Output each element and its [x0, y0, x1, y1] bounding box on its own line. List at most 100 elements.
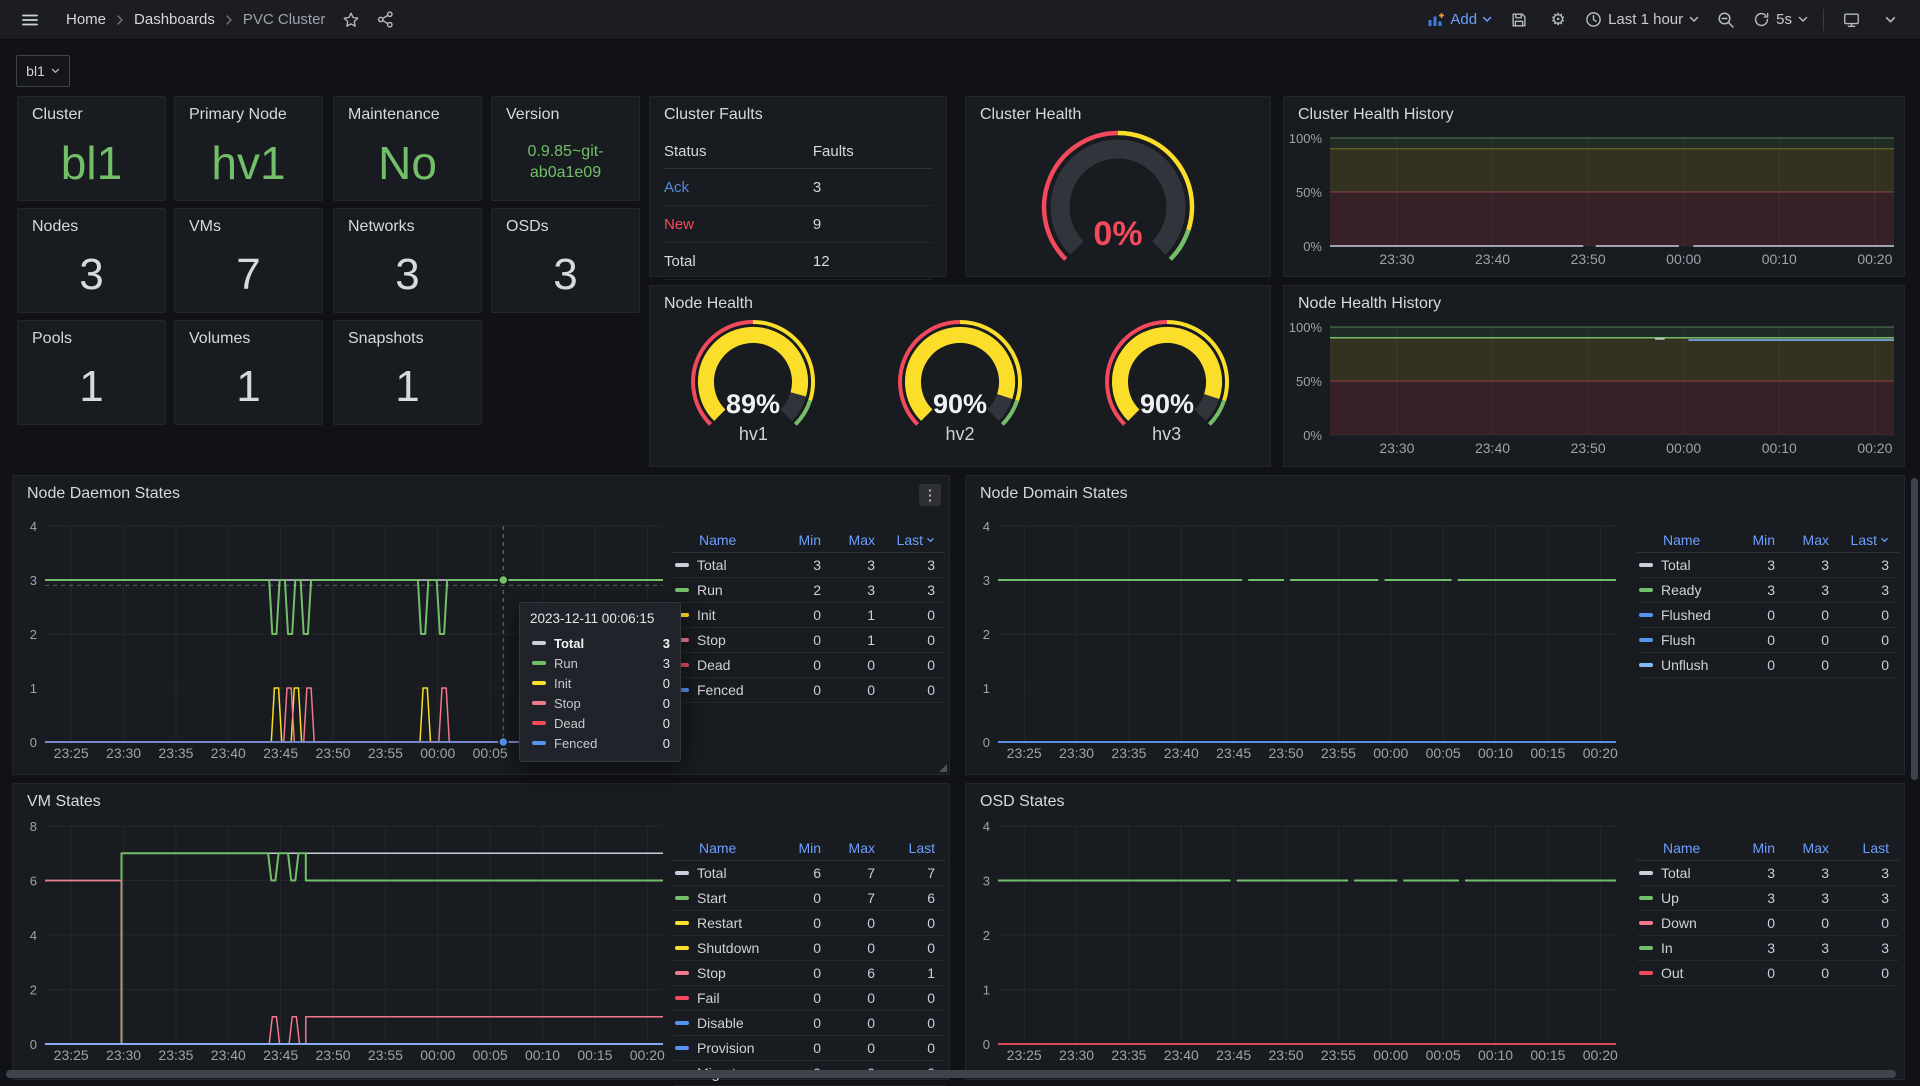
svg-text:4: 4	[30, 519, 37, 534]
panel-title[interactable]: Primary Node	[189, 106, 287, 124]
panel-title[interactable]: Node Daemon States	[27, 485, 180, 503]
legend-row-total[interactable]: Total333	[1637, 553, 1899, 578]
legend-row-shutdown[interactable]: Shutdown000	[673, 936, 945, 961]
legend-row-stop[interactable]: Stop061	[673, 961, 945, 986]
save-dashboard-icon[interactable]	[1507, 8, 1531, 32]
column-header[interactable]: Status	[664, 143, 813, 160]
breadcrumb-dashboards[interactable]: Dashboards	[134, 11, 215, 28]
svg-text:00:15: 00:15	[1530, 1047, 1565, 1063]
legend-row-unflush[interactable]: Unflush000	[1637, 653, 1899, 678]
series-color-swatch	[532, 741, 546, 745]
legend-row-ready[interactable]: Ready333	[1637, 578, 1899, 603]
panel-title[interactable]: Cluster Health	[980, 106, 1081, 124]
refresh-button[interactable]: 5s	[1753, 11, 1808, 28]
panel-title[interactable]: OSD States	[980, 793, 1064, 811]
legend-series-name: In	[1637, 940, 1731, 956]
time-range-picker[interactable]: Last 1 hour	[1585, 11, 1699, 28]
panel-title[interactable]: Cluster	[32, 106, 83, 124]
display-icon[interactable]	[1839, 8, 1863, 32]
vertical-scrollbar[interactable]	[1911, 478, 1918, 780]
panel-title[interactable]: OSDs	[506, 218, 549, 236]
legend-header-last[interactable]: Last	[885, 840, 945, 856]
legend-header-min[interactable]: Min	[1731, 532, 1785, 548]
panel-title[interactable]: Pools	[32, 330, 72, 348]
panel-title[interactable]: Volumes	[189, 330, 250, 348]
panel-title[interactable]: Cluster Health History	[1298, 106, 1454, 124]
add-panel-button[interactable]: Add	[1427, 11, 1492, 28]
legend-header-last[interactable]: Last	[1839, 840, 1899, 856]
legend-row-up[interactable]: Up333	[1637, 886, 1899, 911]
caret-down-icon[interactable]	[1878, 8, 1902, 32]
series-color-swatch	[532, 701, 546, 705]
legend-row-flush[interactable]: Flush000	[1637, 628, 1899, 653]
legend-header-name[interactable]: Name	[673, 840, 777, 856]
legend-row-provision[interactable]: Provision000	[673, 1036, 945, 1061]
star-icon[interactable]	[339, 8, 363, 32]
share-icon[interactable]	[373, 8, 397, 32]
legend-table: NameMinMaxLast Total333Ready333Flushed000…	[1637, 528, 1899, 678]
svg-text:00:00: 00:00	[420, 745, 455, 761]
menu-icon[interactable]	[18, 8, 42, 32]
panel-title[interactable]: Node Domain States	[980, 485, 1128, 503]
legend-row-flushed[interactable]: Flushed000	[1637, 603, 1899, 628]
legend-row-run[interactable]: Run233	[673, 578, 945, 603]
svg-text:00:00: 00:00	[1373, 1047, 1408, 1063]
variable-dropdown[interactable]: bl1	[16, 55, 70, 87]
dashboard-settings-icon[interactable]: ⚙	[1546, 8, 1570, 32]
legend-header-min[interactable]: Min	[1731, 840, 1785, 856]
svg-text:23:30: 23:30	[106, 745, 141, 761]
panel-title[interactable]: Networks	[348, 218, 415, 236]
legend-header-name[interactable]: Name	[1637, 532, 1731, 548]
panel-title[interactable]: Snapshots	[348, 330, 424, 348]
legend-row-dead[interactable]: Dead000	[673, 653, 945, 678]
panel-title[interactable]: Cluster Faults	[664, 106, 763, 124]
panel-title[interactable]: Maintenance	[348, 106, 440, 124]
legend-row-stop[interactable]: Stop010	[673, 628, 945, 653]
legend-header-max[interactable]: Max	[1785, 532, 1839, 548]
svg-text:0%: 0%	[1093, 215, 1142, 253]
breadcrumb-home[interactable]: Home	[66, 11, 106, 28]
svg-text:23:55: 23:55	[1321, 745, 1356, 761]
legend-header-min[interactable]: Min	[777, 840, 831, 856]
panel-title[interactable]: Nodes	[32, 218, 78, 236]
column-header[interactable]: Faults	[813, 143, 932, 160]
legend-row-total[interactable]: Total677	[673, 861, 945, 886]
series-color-swatch	[675, 971, 689, 975]
legend-row-fail[interactable]: Fail000	[673, 986, 945, 1011]
horizontal-scrollbar[interactable]	[6, 1070, 1896, 1078]
panel-title[interactable]: VM States	[27, 793, 101, 811]
faults-row: Total12	[664, 243, 932, 280]
legend-header-name[interactable]: Name	[673, 532, 777, 548]
svg-text:23:50: 23:50	[316, 1047, 351, 1063]
legend-row-total[interactable]: Total333	[673, 553, 945, 578]
legend-row-in[interactable]: In333	[1637, 936, 1899, 961]
legend-header-name[interactable]: Name	[1637, 840, 1731, 856]
legend-value: 3	[885, 582, 945, 598]
panel-title[interactable]: Node Health	[664, 295, 753, 313]
legend-row-down[interactable]: Down000	[1637, 911, 1899, 936]
legend-row-out[interactable]: Out000	[1637, 961, 1899, 986]
legend-header-max[interactable]: Max	[1785, 840, 1839, 856]
divider	[1823, 9, 1824, 31]
legend-header-max[interactable]: Max	[831, 532, 885, 548]
legend-row-restart[interactable]: Restart000	[673, 911, 945, 936]
legend-header-last[interactable]: Last	[1839, 532, 1899, 548]
legend-row-start[interactable]: Start076	[673, 886, 945, 911]
legend-header-max[interactable]: Max	[831, 840, 885, 856]
legend-header-min[interactable]: Min	[777, 532, 831, 548]
panel-title[interactable]: VMs	[189, 218, 221, 236]
panel-stat-pools: Pools1	[17, 320, 166, 425]
legend-row-fenced[interactable]: Fenced000	[673, 678, 945, 703]
legend-value: 0	[777, 632, 831, 648]
legend-row-total[interactable]: Total333	[1637, 861, 1899, 886]
legend-header-last[interactable]: Last	[885, 532, 945, 548]
legend-row-disable[interactable]: Disable000	[673, 1011, 945, 1036]
legend-series-name: Flush	[1637, 632, 1731, 648]
time-series-plot: 23:3023:4023:5000:0000:1000:20100%50%0%	[1284, 286, 1904, 466]
panel-menu-icon[interactable]: ⋮	[919, 484, 941, 506]
legend-value: 0	[1785, 915, 1839, 931]
panel-title[interactable]: Version	[506, 106, 559, 124]
legend-row-init[interactable]: Init010	[673, 603, 945, 628]
zoom-out-icon[interactable]	[1714, 8, 1738, 32]
panel-title[interactable]: Node Health History	[1298, 295, 1441, 313]
